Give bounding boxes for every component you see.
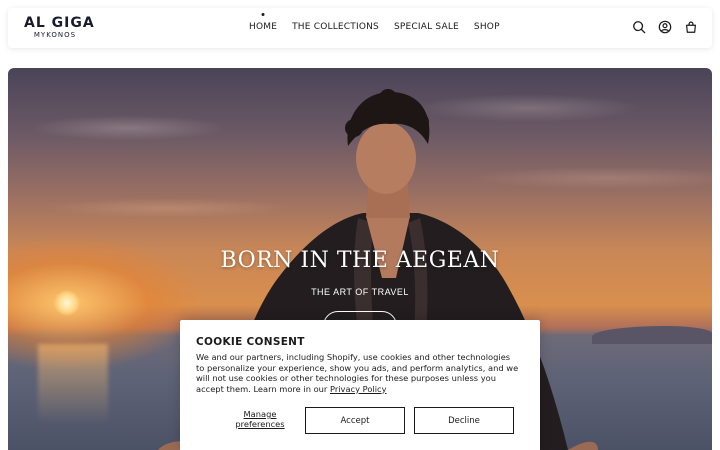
nav-home[interactable]: HOME [249, 13, 278, 33]
nav-shop-label: SHOP [473, 22, 500, 32]
cart-icon[interactable] [684, 20, 698, 34]
nav-home-label: HOME [249, 22, 278, 32]
brand-logo[interactable]: AL GIGA MYKONOS [24, 15, 95, 40]
header-actions [632, 20, 698, 34]
cookie-title: COOKIE CONSENT [196, 336, 305, 348]
nav-collections-label: THE COLLECTIONS [292, 22, 379, 32]
cookie-consent-dialog: COOKIE CONSENT We and our partners, incl… [180, 320, 540, 450]
privacy-policy-link[interactable]: Privacy Policy [330, 384, 387, 394]
sea-reflection [38, 344, 108, 424]
account-icon[interactable] [658, 20, 672, 34]
cookie-description: We and our partners, including Shopify, … [196, 352, 520, 394]
nav-special-sale[interactable]: SPECIAL SALE [394, 21, 459, 33]
nav-special-sale-label: SPECIAL SALE [393, 22, 459, 32]
hero-subtitle: THE ART OF TRAVEL [311, 287, 409, 297]
distant-island [592, 326, 712, 344]
site-header: AL GIGA MYKONOS HOME THE COLLECTIONS SPE… [8, 8, 712, 48]
hero-title: BORN IN THE AEGEAN [220, 248, 500, 273]
search-icon[interactable] [632, 20, 646, 34]
main-nav: HOME THE COLLECTIONS SPECIAL SALE SHOP [249, 13, 500, 33]
nav-collections[interactable]: THE COLLECTIONS [292, 21, 379, 33]
nav-shop[interactable]: SHOP [474, 21, 500, 33]
logo-subtext: MYKONOS [33, 31, 77, 39]
active-indicator [261, 13, 265, 16]
decline-button[interactable]: Decline [414, 407, 514, 434]
accept-button[interactable]: Accept [305, 407, 405, 434]
manage-preferences-link[interactable]: Manage preferences [226, 409, 294, 429]
cookie-actions: Manage preferences Accept Decline [196, 407, 524, 434]
logo-text: AL GIGA [24, 15, 95, 31]
